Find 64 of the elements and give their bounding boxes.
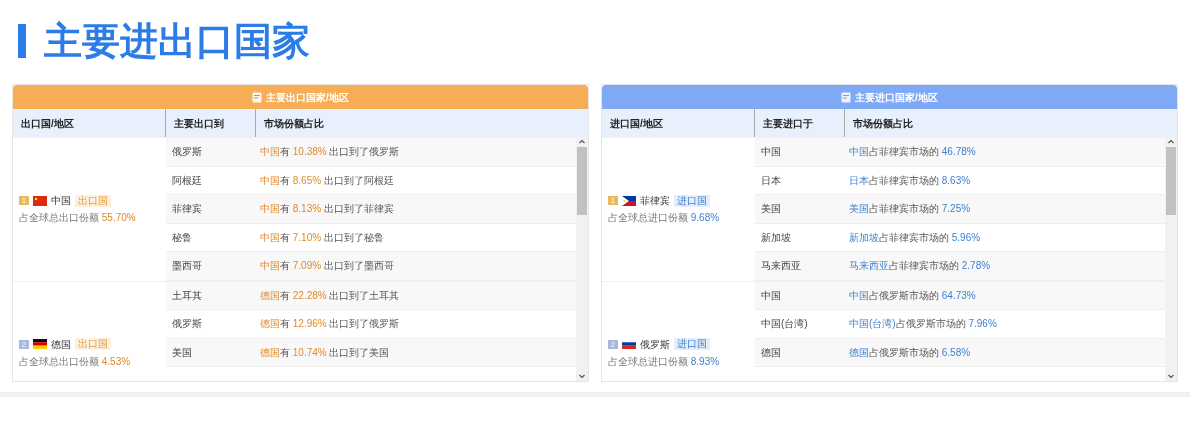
market-share-text: 中国占菲律宾市场的 46.78% — [848, 145, 977, 160]
column-header: 市场份额占比 — [852, 116, 914, 131]
country-tag: 出口国 — [74, 194, 111, 207]
market-share-text: 马来西亚占菲律宾市场的 2.78% — [848, 259, 992, 274]
table-cell-text: 新加坡 — [760, 230, 792, 245]
market-share-text: 德国占俄罗斯市场的 6.58% — [848, 345, 972, 360]
market-share-text: 中国有 7.10% 出口到了秘鲁 — [259, 230, 385, 245]
column-header: 主要进口于 — [755, 109, 845, 137]
flag-icon — [32, 195, 47, 206]
scrollbar-thumb[interactable] — [577, 147, 587, 215]
market-share-text: 中国有 10.38% 出口到了俄罗斯 — [259, 145, 401, 160]
table-cell-text: 美国 — [171, 345, 193, 360]
market-share-text: 日本占菲律宾市场的 8.63% — [848, 173, 972, 188]
table-cell-text: 秘鲁 — [171, 230, 193, 245]
table-cell-text: 墨西哥 — [171, 259, 203, 274]
market-share-text: 德国有 12.96% 出口到了俄罗斯 — [259, 317, 401, 332]
column-header: 市场份额占比 — [263, 116, 325, 131]
country-tag: 进口国 — [673, 338, 710, 351]
market-share-text: 中国有 7.09% 出口到了墨西哥 — [259, 259, 395, 274]
panel-title: 主要进口国家/地区 — [855, 90, 938, 105]
country-tag: 出口国 — [74, 338, 111, 351]
table-cell-text: 马来西亚 — [760, 259, 802, 274]
table-cell-text: 日本 — [760, 173, 782, 188]
flag-icon — [621, 339, 636, 350]
table-cell-text: 中国 — [760, 288, 782, 303]
title-accent-bar — [18, 24, 26, 58]
column-header: 进口国/地区 — [602, 109, 755, 137]
column-header: 主要出口到 — [166, 109, 256, 137]
scrollbar[interactable] — [1165, 137, 1177, 381]
country-name: 菲律宾 — [639, 194, 670, 209]
market-share-text: 中国占俄罗斯市场的 64.73% — [848, 288, 977, 303]
market-share-text: 中国(台湾)占俄罗斯市场的 7.96% — [848, 317, 998, 332]
page-title: 主要进出口国家 — [44, 22, 310, 60]
country-name: 中国 — [50, 194, 71, 209]
market-share-text: 新加坡占菲律宾市场的 5.96% — [848, 230, 982, 245]
table-cell-text: 俄罗斯 — [171, 317, 203, 332]
column-header: 出口国/地区 — [13, 109, 166, 137]
scrollbar-thumb[interactable] — [1166, 147, 1176, 215]
market-share-text: 德国有 10.74% 出口到了美国 — [259, 345, 391, 360]
country-name: 俄罗斯 — [639, 337, 670, 352]
flag-icon — [621, 195, 636, 206]
table-cell-text: 俄罗斯 — [171, 145, 203, 160]
document-icon — [252, 91, 263, 103]
table-cell-text: 中国 — [760, 145, 782, 160]
market-share-text: 中国有 8.13% 出口到了菲律宾 — [259, 202, 395, 217]
table-cell-text: 土耳其 — [171, 288, 203, 303]
market-share-text: 美国占菲律宾市场的 7.25% — [848, 202, 972, 217]
document-icon — [841, 91, 852, 103]
global-share-text: 占全球总出口份额 55.70% — [19, 211, 137, 226]
global-share-text: 占全球总出口份额 4.53% — [19, 354, 132, 369]
panel-title: 主要出口国家/地区 — [266, 90, 349, 105]
flag-icon — [32, 339, 47, 350]
market-share-text: 德国有 22.28% 出口到了土耳其 — [259, 288, 401, 303]
global-share-text: 占全球总进口份额 9.68% — [608, 211, 721, 226]
table-cell-text: 阿根廷 — [171, 173, 203, 188]
country-name: 德国 — [50, 337, 71, 352]
global-share-text: 占全球总进口份额 8.93% — [608, 354, 721, 369]
table-cell-text: 中国(台湾) — [760, 317, 809, 332]
table-cell-text: 德国 — [760, 345, 782, 360]
market-share-text: 中国有 8.65% 出口到了阿根廷 — [259, 173, 395, 188]
table-cell-text: 美国 — [760, 202, 782, 217]
table-cell-text: 菲律宾 — [171, 202, 203, 217]
country-tag: 进口国 — [673, 194, 710, 207]
scrollbar[interactable] — [576, 137, 588, 381]
